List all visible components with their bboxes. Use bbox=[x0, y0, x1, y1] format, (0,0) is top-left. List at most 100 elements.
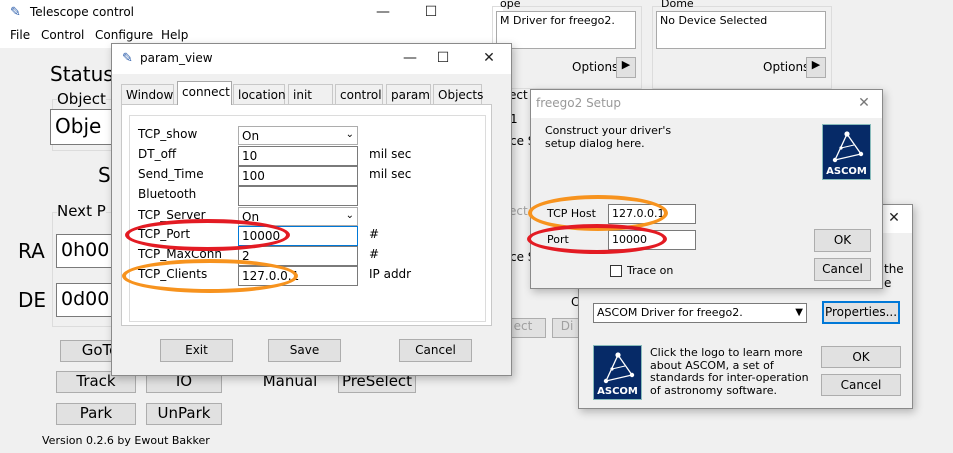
tab-init-label: init bbox=[293, 88, 312, 102]
tcp-port-label: TCP_Port bbox=[138, 227, 191, 241]
ascom-logo-text: ASCOM bbox=[826, 166, 867, 177]
unpark-button[interactable]: UnPark bbox=[146, 403, 222, 425]
tcp-server-label: TCP_Server bbox=[138, 208, 206, 222]
setup-cancel-label: Cancel bbox=[822, 262, 863, 276]
tcp-server-select[interactable]: On ⌄ bbox=[238, 207, 358, 226]
options-button-1[interactable]: ▶ bbox=[616, 57, 636, 78]
setup-cancel-button[interactable]: Cancel bbox=[814, 258, 871, 281]
freego2-setup-titlebar: freego2 Setup ✕ bbox=[531, 90, 882, 118]
menu-control[interactable]: Control bbox=[41, 28, 84, 42]
minimize-icon[interactable]: — bbox=[368, 1, 398, 23]
close-icon[interactable]: ✕ bbox=[849, 92, 879, 114]
exit-button[interactable]: Exit bbox=[160, 339, 233, 362]
tab-init[interactable]: init bbox=[288, 84, 333, 104]
trace-checkbox[interactable] bbox=[610, 265, 622, 277]
bluetooth-field[interactable] bbox=[238, 186, 358, 206]
tcp-clients-field[interactable]: 127.0.0.1 bbox=[238, 266, 358, 286]
properties-button[interactable]: Properties... bbox=[822, 301, 900, 324]
status-label: Status bbox=[50, 62, 114, 86]
tab-param-label: param bbox=[391, 88, 430, 102]
options-label-1: Options bbox=[572, 60, 619, 74]
ascom-logo-text: ASCOM bbox=[597, 386, 638, 397]
disconnect-button-bottom-label: Di bbox=[560, 319, 574, 333]
freego2-setup-dialog: freego2 Setup ✕ Construct your driver's … bbox=[530, 89, 883, 289]
tab-objects-label: Objects bbox=[438, 88, 484, 102]
save-button[interactable]: Save bbox=[268, 339, 341, 362]
freego2-setup-title: freego2 Setup bbox=[536, 96, 621, 110]
menu-file[interactable]: File bbox=[10, 28, 30, 42]
sidereal-label: S bbox=[98, 163, 111, 187]
close-icon[interactable]: ✕ bbox=[879, 207, 909, 229]
chooser-partial-text-2: e bbox=[884, 276, 892, 290]
ra-label: RA bbox=[18, 239, 45, 263]
tcp-show-select[interactable]: On ⌄ bbox=[238, 126, 358, 145]
park-button[interactable]: Park bbox=[56, 403, 136, 425]
play-icon: ▶ bbox=[811, 58, 821, 71]
maximize-icon[interactable]: ☐ bbox=[428, 47, 458, 69]
port-field[interactable]: 10000 bbox=[608, 230, 696, 250]
telescope-window-title: Telescope control bbox=[30, 5, 134, 19]
save-button-label: Save bbox=[289, 343, 320, 357]
tcp-maxconn-field[interactable]: 2 bbox=[238, 246, 358, 266]
ascom-logo-chooser[interactable]: ASCOM bbox=[593, 345, 642, 400]
param-view-titlebar: ✎ param_view — ☐ ✕ bbox=[112, 44, 511, 74]
maximize-icon[interactable]: ☐ bbox=[416, 1, 446, 23]
telescope-app-icon: ✎ bbox=[10, 5, 21, 20]
param-view-title: param_view bbox=[140, 51, 213, 65]
tab-param[interactable]: param bbox=[386, 84, 431, 104]
cancel-button[interactable]: Cancel bbox=[399, 339, 472, 362]
ascom-info-text: Click the logo to learn more about ASCOM… bbox=[650, 346, 809, 397]
bluetooth-label: Bluetooth bbox=[138, 187, 197, 201]
chooser-ok-button[interactable]: OK bbox=[821, 346, 901, 368]
tab-control-label: control bbox=[340, 88, 382, 102]
tcp-clients-unit: IP addr bbox=[369, 267, 412, 281]
driver-select-value: ASCOM Driver for freego2. bbox=[597, 306, 743, 319]
close-icon[interactable]: ✕ bbox=[474, 47, 504, 69]
setup-description: Construct your driver's setup dialog her… bbox=[545, 124, 672, 150]
tab-objects[interactable]: Objects bbox=[433, 84, 484, 104]
dome-header: Dome bbox=[661, 0, 694, 10]
park-button-label: Park bbox=[79, 404, 113, 422]
tab-connect-label: connect bbox=[182, 85, 230, 99]
de-label: DE bbox=[18, 288, 47, 312]
ascom-logo-setup[interactable]: ASCOM bbox=[822, 124, 871, 180]
chevron-down-icon: ⌄ bbox=[345, 210, 354, 221]
send-time-unit: mil sec bbox=[369, 167, 412, 181]
tcp-host-field[interactable]: 127.0.0.1 bbox=[608, 204, 696, 224]
tab-connect[interactable]: connect bbox=[177, 81, 232, 105]
trace-label: Trace on bbox=[627, 264, 674, 277]
driver-select[interactable]: ASCOM Driver for freego2. ▼ bbox=[593, 303, 807, 323]
tab-location[interactable]: location bbox=[233, 84, 286, 104]
dome-device-field: No Device Selected bbox=[656, 11, 826, 49]
telescope-titlebar: ✎ Telescope control — ☐ bbox=[0, 0, 503, 28]
constellation-icon bbox=[603, 352, 635, 384]
setup-ok-button[interactable]: OK bbox=[814, 229, 871, 252]
send-time-field[interactable]: 100 bbox=[238, 166, 358, 186]
tcp-maxconn-unit: # bbox=[369, 247, 380, 261]
dt-off-field[interactable]: 10 bbox=[238, 146, 358, 166]
tab-window[interactable]: Window bbox=[121, 84, 174, 104]
tcp-show-label: TCP_show bbox=[138, 127, 198, 141]
tab-control[interactable]: control bbox=[335, 84, 383, 104]
minimize-icon[interactable]: — bbox=[395, 47, 425, 69]
constellation-icon bbox=[832, 131, 864, 163]
tcp-maxconn-label: TCP_MaxConn bbox=[138, 247, 222, 261]
chooser-cancel-label: Cancel bbox=[840, 378, 882, 392]
chooser-cancel-button[interactable]: Cancel bbox=[821, 374, 901, 396]
menu-help[interactable]: Help bbox=[161, 28, 188, 42]
menu-configure[interactable]: Configure bbox=[95, 28, 153, 42]
tcp-show-value: On bbox=[242, 129, 260, 143]
unpark-button-label: UnPark bbox=[157, 404, 211, 422]
next-position-label: Next P bbox=[57, 202, 106, 220]
chooser-ok-label: OK bbox=[852, 350, 870, 364]
chevron-down-icon: ⌄ bbox=[345, 129, 354, 140]
options-label-2: Options bbox=[763, 60, 810, 74]
chooser-partial-text: the bbox=[884, 262, 904, 276]
dt-off-unit: mil sec bbox=[369, 147, 412, 161]
send-time-label: Send_Time bbox=[138, 167, 204, 181]
options-button-2[interactable]: ▶ bbox=[806, 57, 826, 78]
tcp-server-value: On bbox=[242, 210, 260, 224]
telescope-device-field: M Driver for freego2. bbox=[496, 11, 636, 49]
tcp-host-label: TCP Host bbox=[547, 207, 596, 220]
tcp-port-field[interactable]: 10000 bbox=[238, 226, 358, 246]
